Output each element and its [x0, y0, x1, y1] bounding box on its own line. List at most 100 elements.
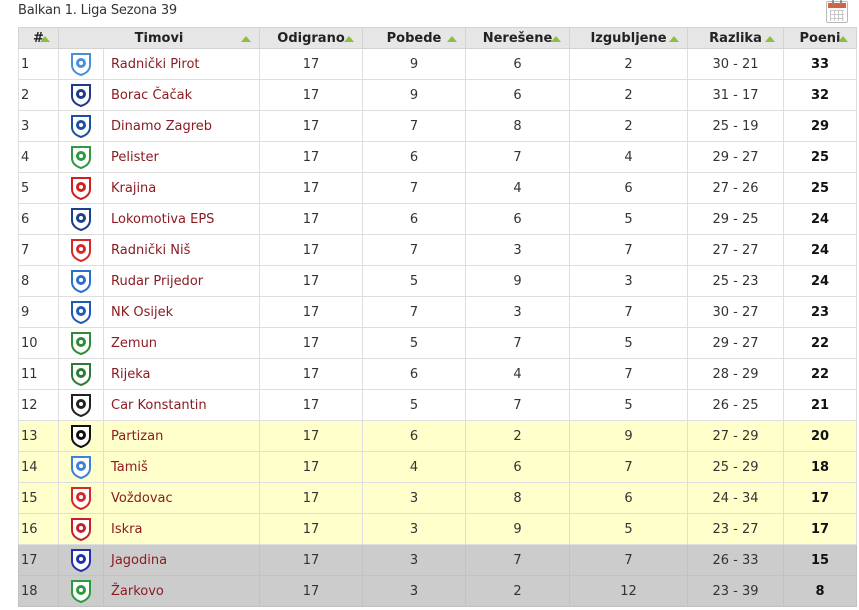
- header-diff[interactable]: Razlika: [687, 27, 785, 49]
- losses-cell: 7: [569, 296, 689, 328]
- draws-cell: 3: [465, 234, 571, 266]
- diff-cell: 29 - 25: [687, 203, 785, 235]
- header-rank[interactable]: #: [18, 27, 59, 49]
- team-link[interactable]: Krajina: [111, 181, 156, 196]
- draws-cell: 9: [465, 513, 571, 545]
- points-cell: 22: [783, 327, 858, 359]
- crest-cell: [58, 141, 104, 173]
- team-link[interactable]: Car Konstantin: [111, 398, 207, 413]
- points-cell: 20: [783, 420, 858, 452]
- crest-cell: [58, 234, 104, 266]
- wins-cell: 6: [362, 420, 467, 452]
- table-row: 8 Rudar Prijedor 17 5 9 3 25 - 23 24: [18, 265, 858, 297]
- team-link[interactable]: Zemun: [111, 336, 157, 351]
- team-link[interactable]: Rijeka: [111, 367, 151, 382]
- rank-cell: 10: [18, 327, 59, 359]
- wins-cell: 7: [362, 234, 467, 266]
- draws-cell: 7: [465, 544, 571, 576]
- rank-cell: 12: [18, 389, 59, 421]
- played-cell: 17: [259, 420, 364, 452]
- zarkovo-crest-icon: [68, 578, 94, 604]
- team-link[interactable]: Iskra: [111, 522, 142, 537]
- diff-cell: 29 - 27: [687, 327, 785, 359]
- team-cell: Jagodina: [102, 544, 261, 576]
- car-konstantin-crest-icon: [68, 392, 94, 418]
- points-cell: 21: [783, 389, 858, 421]
- crest-cell: [58, 79, 104, 111]
- header-losses[interactable]: Izgubljene: [569, 27, 689, 49]
- diff-cell: 27 - 26: [687, 172, 785, 204]
- draws-cell: 9: [465, 265, 571, 297]
- team-link[interactable]: Tamiš: [111, 460, 148, 475]
- points-cell: 17: [783, 513, 858, 545]
- rank-cell: 9: [18, 296, 59, 328]
- crest-cell: [58, 327, 104, 359]
- team-cell: Car Konstantin: [102, 389, 261, 421]
- table-row: 18 Žarkovo 17 3 2 12 23 - 39 8: [18, 575, 858, 607]
- losses-cell: 2: [569, 110, 689, 142]
- wins-cell: 3: [362, 544, 467, 576]
- sort-arrow-icon: [447, 36, 458, 42]
- tamis-crest-icon: [68, 454, 94, 480]
- wins-cell: 4: [362, 451, 467, 483]
- header-played[interactable]: Odigrano: [259, 27, 364, 49]
- team-link[interactable]: Žarkovo: [111, 584, 164, 599]
- standings-table: # Timovi Odigrano Pobede Nerešene Izgubl…: [18, 27, 858, 607]
- team-link[interactable]: Pelister: [111, 150, 159, 165]
- table-row: 7 Radnički Niš 17 7 3 7 27 - 27 24: [18, 234, 858, 266]
- calendar-icon[interactable]: [826, 0, 848, 23]
- table-row: 9 NK Osijek 17 7 3 7 30 - 27 23: [18, 296, 858, 328]
- rank-cell: 16: [18, 513, 59, 545]
- rank-cell: 14: [18, 451, 59, 483]
- wins-cell: 5: [362, 265, 467, 297]
- team-link[interactable]: Dinamo Zagreb: [111, 119, 212, 134]
- header-points[interactable]: Poeni: [783, 27, 858, 49]
- diff-cell: 23 - 27: [687, 513, 785, 545]
- losses-cell: 7: [569, 358, 689, 390]
- table-row: 13 Partizan 17 6 2 9 27 - 29 20: [18, 420, 858, 452]
- team-link[interactable]: Radnički Niš: [111, 243, 190, 258]
- team-cell: Rudar Prijedor: [102, 265, 261, 297]
- team-link[interactable]: Jagodina: [111, 553, 167, 568]
- rank-cell: 13: [18, 420, 59, 452]
- losses-cell: 5: [569, 513, 689, 545]
- lokomotiva-eps-crest-icon: [68, 206, 94, 232]
- crest-cell: [58, 389, 104, 421]
- diff-cell: 25 - 23: [687, 265, 785, 297]
- diff-cell: 26 - 25: [687, 389, 785, 421]
- team-link[interactable]: Voždovac: [111, 491, 173, 506]
- team-link[interactable]: NK Osijek: [111, 305, 173, 320]
- played-cell: 17: [259, 451, 364, 483]
- header-draws[interactable]: Nerešene: [465, 27, 571, 49]
- team-cell: Borac Čačak: [102, 79, 261, 111]
- diff-cell: 30 - 27: [687, 296, 785, 328]
- table-row: 14 Tamiš 17 4 6 7 25 - 29 18: [18, 451, 858, 483]
- team-cell: Krajina: [102, 172, 261, 204]
- diff-cell: 27 - 29: [687, 420, 785, 452]
- team-link[interactable]: Borac Čačak: [111, 88, 192, 103]
- table-row: 4 Pelister 17 6 7 4 29 - 27 25: [18, 141, 858, 173]
- draws-cell: 6: [465, 451, 571, 483]
- team-link[interactable]: Lokomotiva EPS: [111, 212, 214, 227]
- team-cell: Tamiš: [102, 451, 261, 483]
- losses-cell: 12: [569, 575, 689, 607]
- played-cell: 17: [259, 110, 364, 142]
- team-link[interactable]: Radnički Pirot: [111, 57, 200, 72]
- draws-cell: 7: [465, 141, 571, 173]
- team-link[interactable]: Rudar Prijedor: [111, 274, 203, 289]
- losses-cell: 7: [569, 451, 689, 483]
- diff-cell: 26 - 33: [687, 544, 785, 576]
- rank-cell: 18: [18, 575, 59, 607]
- team-link[interactable]: Partizan: [111, 429, 163, 444]
- crest-cell: [58, 420, 104, 452]
- partizan-crest-icon: [68, 423, 94, 449]
- points-cell: 18: [783, 451, 858, 483]
- wins-cell: 7: [362, 296, 467, 328]
- radnicki-nis-crest-icon: [68, 237, 94, 263]
- losses-cell: 5: [569, 327, 689, 359]
- rank-cell: 7: [18, 234, 59, 266]
- sort-arrow-icon: [765, 36, 776, 42]
- header-wins[interactable]: Pobede: [362, 27, 467, 49]
- header-teams[interactable]: Timovi: [57, 27, 261, 49]
- rank-cell: 11: [18, 358, 59, 390]
